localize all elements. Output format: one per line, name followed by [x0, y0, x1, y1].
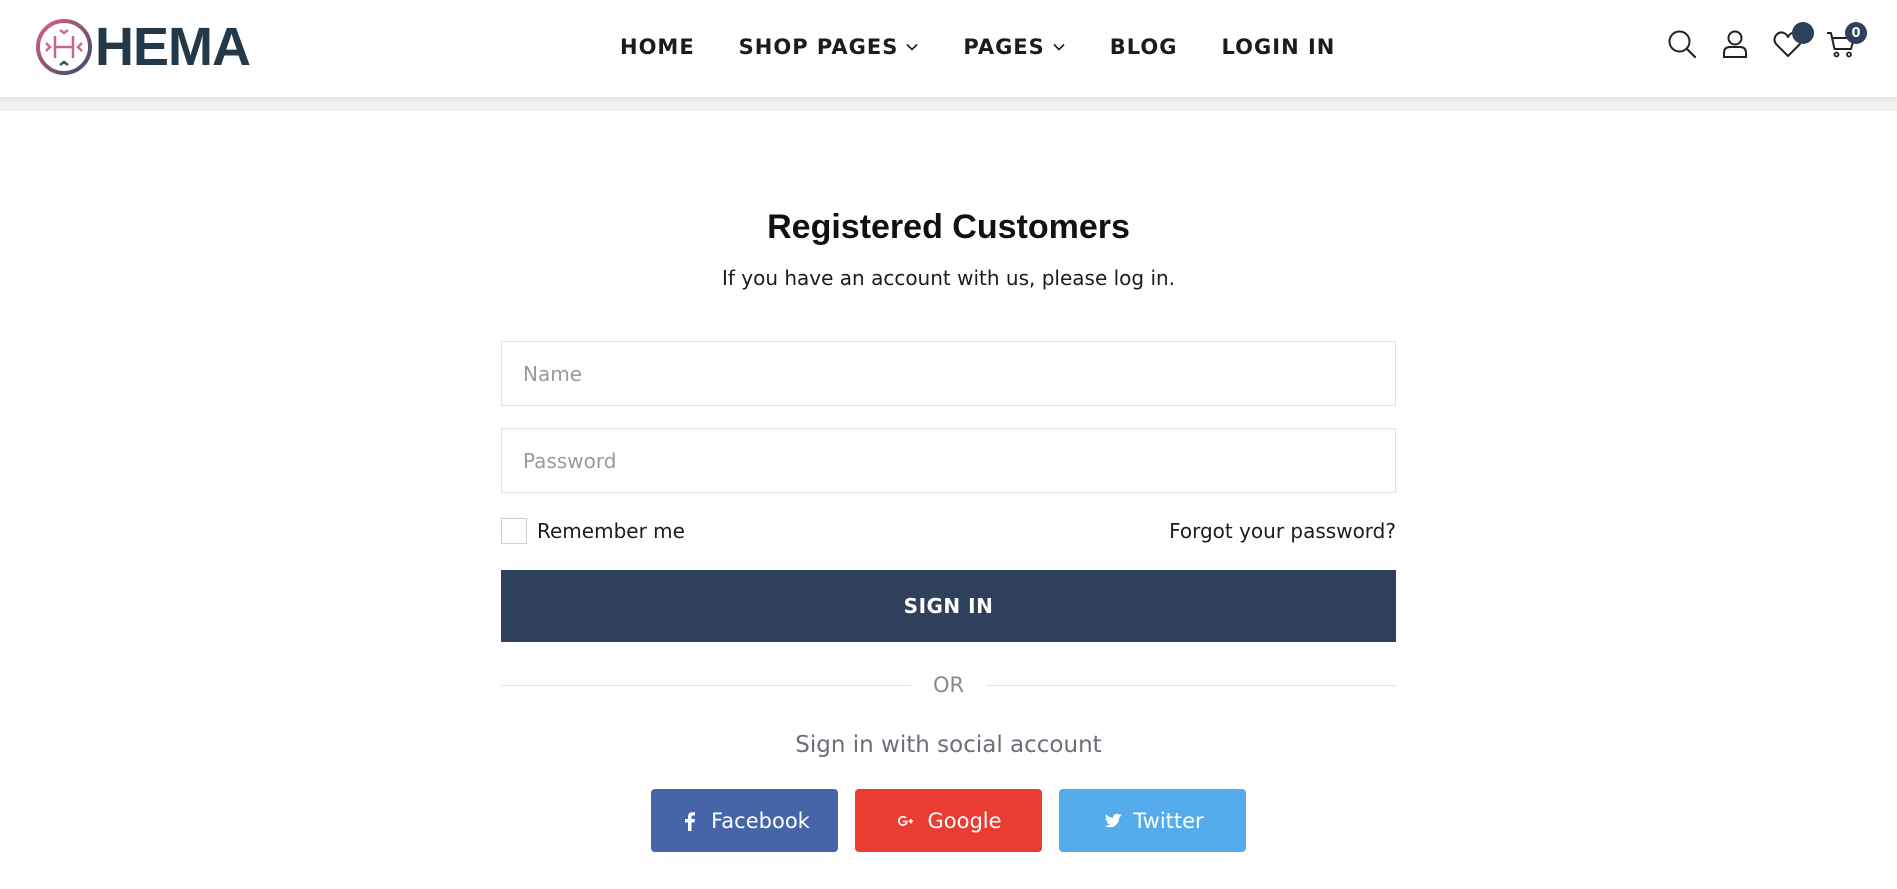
name-input[interactable]: [523, 361, 1374, 386]
twitter-label: Twitter: [1133, 808, 1204, 833]
google-plus-icon: [895, 810, 917, 832]
nav-item-login[interactable]: LOGIN IN: [1222, 35, 1336, 59]
facebook-label: Facebook: [711, 808, 810, 833]
twitter-icon: [1101, 810, 1123, 832]
nav-item-label: SHOP PAGES: [738, 35, 899, 59]
twitter-login-button[interactable]: Twitter: [1059, 789, 1246, 852]
nav-item-home[interactable]: HOME: [620, 35, 695, 59]
hema-logo-icon: [36, 19, 92, 75]
wishlist-button[interactable]: [1772, 22, 1814, 60]
remember-me-label: Remember me: [537, 519, 685, 543]
name-field[interactable]: [501, 341, 1396, 406]
password-field[interactable]: [501, 428, 1396, 493]
forgot-password-link[interactable]: Forgot your password?: [1169, 519, 1396, 543]
facebook-login-button[interactable]: Facebook: [651, 789, 838, 852]
nav-item-pages[interactable]: PAGES: [963, 35, 1065, 59]
nav-item-label: BLOG: [1109, 35, 1178, 59]
main-nav: HOME SHOP PAGES PAGES BLOG LOGIN IN: [620, 30, 1335, 64]
nav-item-label: PAGES: [963, 35, 1045, 59]
divider-line: [986, 684, 1396, 686]
cart-count-badge: 0: [1845, 22, 1867, 44]
nav-item-blog[interactable]: BLOG: [1110, 35, 1178, 59]
remember-me-toggle[interactable]: Remember me: [501, 518, 685, 544]
facebook-icon: [679, 810, 701, 832]
nav-item-shop-pages[interactable]: SHOP PAGES: [739, 35, 920, 59]
google-label: Google: [927, 808, 1002, 833]
brand-name: HEMA: [95, 17, 251, 77]
sign-in-button[interactable]: SIGN IN: [501, 570, 1396, 642]
search-button[interactable]: [1666, 28, 1698, 60]
chevron-down-icon: [1053, 43, 1065, 51]
brand-logo[interactable]: HEMA: [35, 17, 251, 77]
google-login-button[interactable]: Google: [855, 789, 1042, 852]
login-subtitle: If you have an account with us, please l…: [721, 266, 1176, 290]
cart-button[interactable]: 0: [1825, 22, 1867, 60]
page-title: Registered Customers: [767, 208, 1130, 246]
header-actions: 0: [1645, 22, 1867, 60]
social-buttons: Facebook Google Twitter: [651, 789, 1246, 852]
header-divider-band: [0, 97, 1897, 111]
or-divider: OR: [501, 670, 1396, 700]
remember-me-checkbox[interactable]: [501, 518, 527, 544]
divider-line: [501, 684, 911, 686]
nav-item-label: HOME: [620, 35, 695, 59]
social-signin-label: Sign in with social account: [795, 732, 1102, 758]
account-button[interactable]: [1719, 28, 1751, 60]
or-label: OR: [932, 673, 965, 697]
user-icon: [1723, 30, 1747, 58]
site-header: HEMA HOME SHOP PAGES PAGES BLOG LOGIN IN: [0, 0, 1897, 97]
wishlist-count-badge: [1792, 22, 1814, 44]
search-icon: [1668, 30, 1697, 59]
password-input[interactable]: [523, 448, 1374, 473]
nav-item-label: LOGIN IN: [1221, 35, 1336, 59]
login-section: Registered Customers If you have an acco…: [501, 200, 1396, 290]
chevron-down-icon: [906, 43, 918, 51]
